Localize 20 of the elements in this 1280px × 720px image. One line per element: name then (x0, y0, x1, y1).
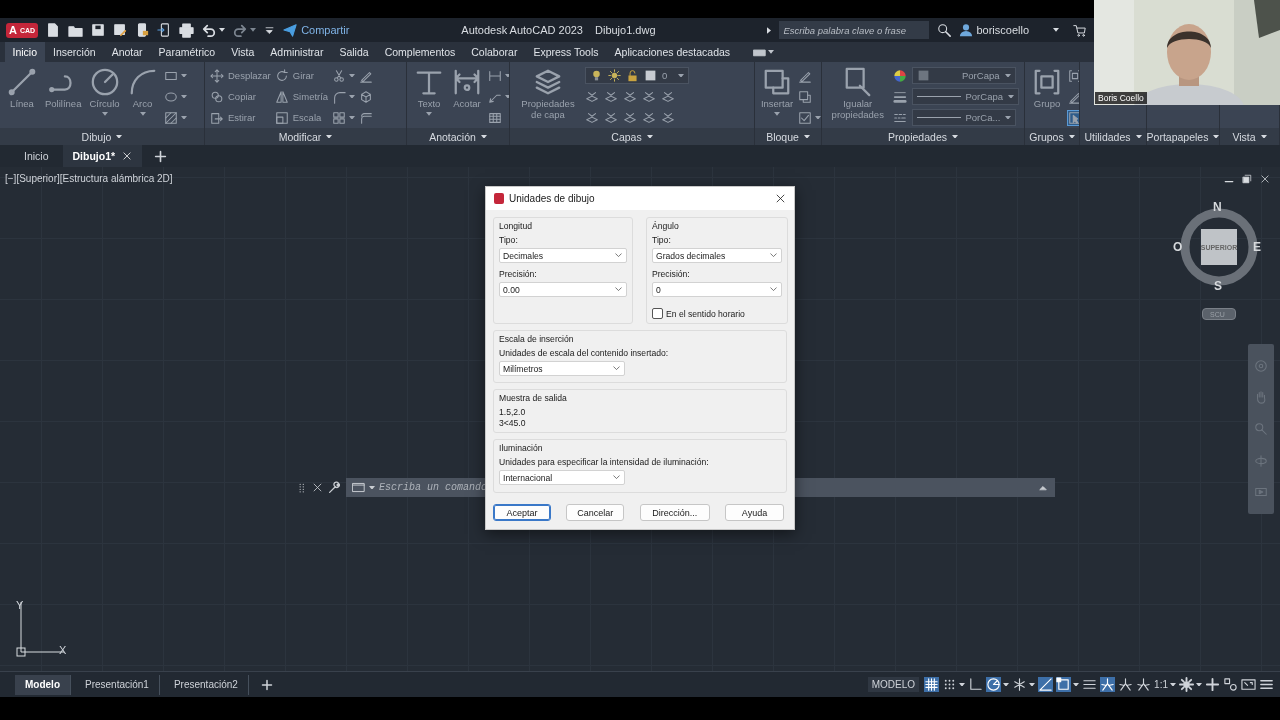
participant-name: Boris Coello (1095, 92, 1147, 104)
group-heading: Ángulo (652, 221, 680, 231)
sample-text: 1.5,2.0 (499, 407, 527, 418)
file-name: Dibujo1.dwg (595, 24, 656, 36)
field-label: Precisión: (499, 269, 538, 279)
group-heading: Escala de inserción (499, 334, 575, 344)
group-heading: Muestra de salida (499, 393, 568, 403)
axis-label: Y (16, 599, 24, 611)
group-heading: Longitud (499, 221, 533, 231)
field-label: Unidades para especificar la intensidad de iluminación: (499, 457, 710, 467)
field-label: Tipo: (499, 235, 519, 245)
axis-label: X (59, 644, 67, 656)
app-title: Autodesk AutoCAD 2023 (461, 24, 583, 36)
field-label: Precisión: (652, 269, 691, 279)
logo-letter: A (9, 24, 17, 36)
dialog-title: Unidades de dibujo (509, 193, 596, 204)
field-label: Tipo: (652, 235, 672, 245)
group-heading: Iluminación (499, 443, 544, 453)
sample-text: 3<45.0 (499, 418, 527, 429)
field-label: Unidades de escala del contenido insertado: (499, 348, 670, 358)
